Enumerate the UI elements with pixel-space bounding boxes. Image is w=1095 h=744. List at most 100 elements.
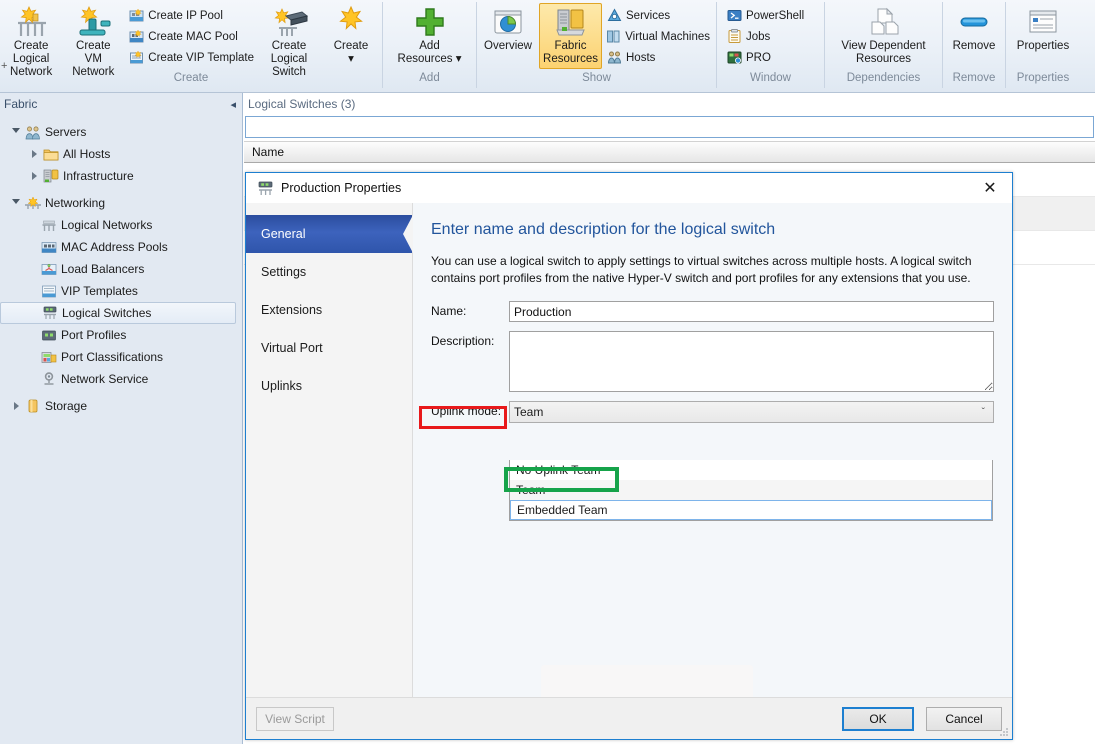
ribbon-group-show: Overview Fabric Resources Services Virtu… (477, 0, 716, 92)
collapse-sidebar-icon[interactable]: ◂ (230, 98, 236, 111)
ribbon-expand-plus-icon[interactable]: + (1, 60, 7, 72)
chevron-down-icon[interactable]: ˇ (982, 407, 985, 418)
dialog-nav-label: Uplinks (261, 379, 302, 393)
dialog-nav-list: General Settings Extensions Virtual Port… (246, 203, 413, 697)
create-vip-template-button[interactable]: Create VIP Template (124, 47, 258, 68)
powershell-button[interactable]: PowerShell (722, 5, 824, 26)
sidebar-item-port-profiles[interactable]: Port Profiles (0, 324, 242, 346)
fabric-tree: Servers All Hosts Infrastructure Network… (0, 115, 242, 417)
ribbon-group-properties: Properties Properties (1006, 0, 1080, 92)
sidebar-item-logical-networks[interactable]: Logical Networks (0, 214, 242, 236)
fabric-sidebar: Fabric ◂ Servers All Hosts Infrastructur… (0, 93, 243, 744)
expand-caret-icon[interactable] (26, 172, 42, 180)
dialog-title-bar[interactable]: Production Properties ✕ (246, 173, 1012, 203)
create-ip-pool-button[interactable]: Create IP Pool (124, 5, 258, 26)
sidebar-item-storage[interactable]: Storage (0, 395, 242, 417)
dialog-nav-label: Virtual Port (261, 341, 323, 355)
create-mac-pool-label: Create MAC Pool (148, 30, 238, 43)
view-script-button[interactable]: View Script (256, 706, 334, 731)
view-dependent-resources-button[interactable]: View Dependent Resources (826, 2, 941, 68)
create-small-buttons: Create IP Pool Create MAC Pool Create VI… (124, 2, 258, 68)
sidebar-item-label: Infrastructure (63, 169, 134, 183)
dialog-description-text: You can use a logical switch to apply se… (431, 254, 972, 285)
create-menu-label-2: ▾ (348, 53, 354, 65)
dialog-nav-uplinks[interactable]: Uplinks (246, 367, 412, 405)
ip-pool-icon (128, 8, 144, 24)
pro-label: PRO (746, 51, 771, 64)
create-mac-pool-button[interactable]: Create MAC Pool (124, 26, 258, 47)
production-properties-dialog: Production Properties ✕ General Settings… (245, 172, 1013, 740)
servers-icon (24, 125, 42, 140)
sidebar-title: Fabric (4, 97, 38, 111)
add-resources-button[interactable]: Add Resources ▾ (385, 2, 475, 68)
dialog-nav-general[interactable]: General (246, 215, 413, 253)
column-header-name[interactable]: Name (244, 141, 1095, 163)
dropdown-option-embedded-team[interactable]: Embedded Team (510, 500, 992, 520)
fabric-resources-button[interactable]: Fabric Resources (539, 3, 602, 69)
filter-input[interactable] (245, 116, 1094, 138)
pro-button[interactable]: PRO (722, 47, 824, 68)
sidebar-item-vip-templates[interactable]: VIP Templates (0, 280, 242, 302)
ribbon-group-label-create: Create (173, 72, 209, 84)
column-header-label: Name (252, 145, 285, 159)
ok-label: OK (869, 711, 887, 726)
vip-template-icon (128, 50, 144, 66)
resize-grip-icon[interactable] (997, 725, 1009, 737)
services-button[interactable]: Services (602, 5, 714, 26)
ribbon-group-label-show: Show (582, 72, 611, 84)
properties-label: Properties (1016, 40, 1070, 52)
sidebar-item-label: MAC Address Pools (61, 240, 168, 254)
expand-caret-icon[interactable] (8, 127, 24, 137)
expand-caret-icon[interactable] (8, 198, 24, 208)
dialog-nav-label: General (261, 227, 306, 241)
add-resources-label-1: Add (419, 40, 440, 52)
properties-icon (1027, 4, 1059, 40)
create-menu-button[interactable]: Create ▾ (320, 2, 382, 68)
ribbon-group-label-properties: Properties (1016, 72, 1070, 84)
fabric-resources-icon (554, 6, 588, 40)
sidebar-item-networking[interactable]: Networking (0, 192, 242, 214)
dialog-nav-virtual-port[interactable]: Virtual Port (246, 329, 412, 367)
dialog-content-general: Enter name and description for the logic… (413, 203, 1012, 697)
ribbon-group-label-remove: Remove (952, 72, 996, 84)
cancel-button[interactable]: Cancel (926, 706, 1002, 731)
expand-caret-icon[interactable] (8, 402, 24, 410)
sidebar-item-mac-address-pools[interactable]: MAC Address Pools (0, 236, 242, 258)
virtual-machines-icon (606, 29, 621, 45)
logical-network-icon (11, 4, 51, 40)
sidebar-item-all-hosts[interactable]: All Hosts (0, 143, 242, 165)
ok-button[interactable]: OK (842, 706, 914, 731)
hosts-label: Hosts (626, 51, 656, 64)
uplink-mode-combobox[interactable]: Team ˇ (509, 401, 994, 423)
description-input[interactable] (509, 331, 994, 392)
vip-templates-icon (40, 285, 58, 298)
remove-icon (958, 4, 990, 40)
logical-switch-icon (269, 4, 309, 40)
sidebar-item-infrastructure[interactable]: Infrastructure (0, 165, 242, 187)
sidebar-item-label: Servers (45, 125, 87, 139)
description-label: Description: (431, 334, 495, 348)
network-service-icon (40, 372, 58, 386)
ribbon-toolbar: Create Logical Network Create VM Network (0, 0, 1095, 93)
sidebar-item-load-balancers[interactable]: Load Balancers (0, 258, 242, 280)
sidebar-item-servers[interactable]: Servers (0, 121, 242, 143)
uplink-mode-row: Uplink mode: Team ˇ (431, 401, 994, 423)
sidebar-item-network-service[interactable]: Network Service (0, 368, 242, 390)
name-input[interactable] (509, 301, 994, 322)
remove-button[interactable]: Remove (943, 2, 1005, 55)
overview-button[interactable]: Overview (477, 2, 539, 55)
sidebar-item-port-classifications[interactable]: Port Classifications (0, 346, 242, 368)
hosts-button[interactable]: Hosts (602, 47, 714, 68)
expand-caret-icon[interactable] (26, 150, 42, 158)
properties-button[interactable]: Properties (1007, 2, 1079, 55)
dialog-nav-extensions[interactable]: Extensions (246, 291, 412, 329)
window-small-buttons: PowerShell Jobs PRO (717, 2, 824, 68)
jobs-button[interactable]: Jobs (722, 26, 824, 47)
dialog-nav-settings[interactable]: Settings (246, 253, 412, 291)
sidebar-item-logical-switches[interactable]: Logical Switches (0, 302, 236, 324)
close-icon[interactable]: ✕ (968, 173, 1012, 203)
services-label: Services (626, 9, 671, 22)
virtual-machines-button[interactable]: Virtual Machines (602, 26, 714, 47)
remove-label: Remove (952, 40, 996, 52)
hosts-icon (606, 50, 622, 66)
